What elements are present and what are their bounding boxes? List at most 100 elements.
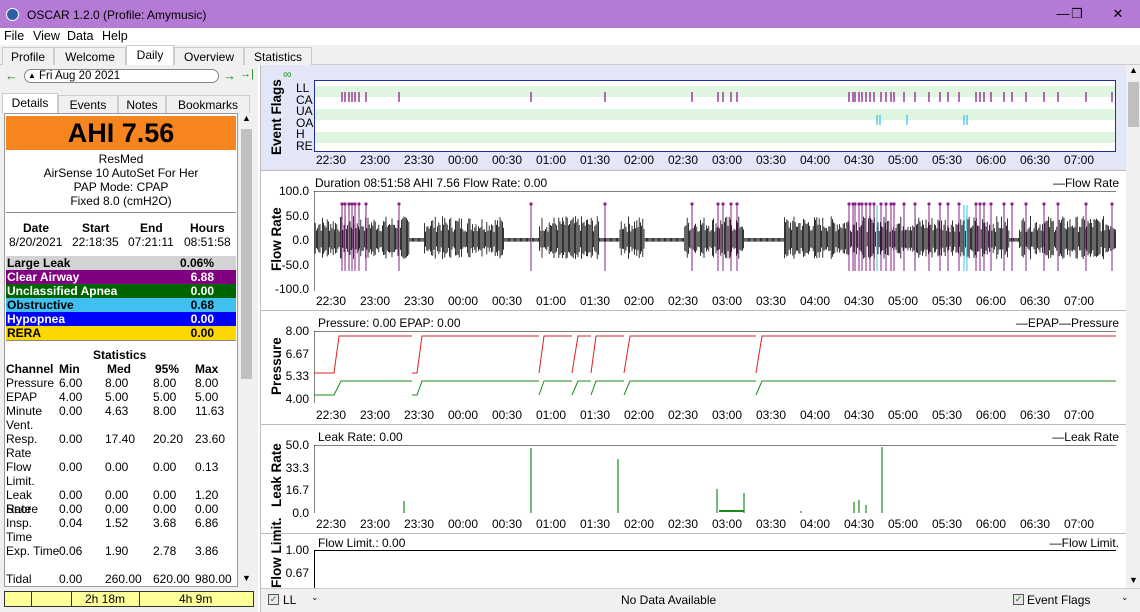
- tab-events[interactable]: Events: [58, 95, 118, 113]
- tab-statistics[interactable]: Statistics: [244, 47, 312, 65]
- close-button[interactable]: ✕: [1103, 4, 1133, 24]
- x-tick-label: 00:30: [492, 408, 523, 422]
- restore-button[interactable]: ❐: [1062, 4, 1092, 24]
- details-tabs: Details Events Notes Bookmarks: [0, 93, 258, 113]
- leak-rate-chart[interactable]: [314, 445, 1116, 513]
- event-flags-dropdown[interactable]: Event Flags: [1027, 593, 1090, 607]
- x-tick-label: 23:00: [360, 408, 391, 422]
- flow-limit-chart[interactable]: [314, 550, 1116, 590]
- y-tick-label: 50.0: [285, 438, 309, 452]
- graph-scrollbar[interactable]: ▲ ▼: [1126, 65, 1140, 588]
- menu-bar: File View Data Help: [0, 28, 1140, 45]
- marker-dot: [729, 202, 733, 206]
- x-tick-label: 05:30: [932, 153, 963, 167]
- stats-value: 0.00: [105, 502, 129, 516]
- stats-value: 11.63: [195, 404, 225, 418]
- scroll-down-icon[interactable]: ▼: [1129, 575, 1138, 585]
- x-tick-label: 02:00: [624, 294, 655, 308]
- pressure-chart[interactable]: [314, 331, 1116, 403]
- marker-dot: [892, 202, 896, 206]
- link-icon[interactable]: ∞: [283, 67, 292, 81]
- event-flags-checkbox[interactable]: ✓: [1013, 594, 1024, 605]
- ll-checkbox[interactable]: ✓: [268, 594, 279, 605]
- divider: [71, 592, 72, 606]
- chevron-down-icon[interactable]: ⌄: [1121, 592, 1129, 603]
- stats-value: 0.00: [59, 572, 83, 586]
- marker-dot: [1084, 202, 1088, 206]
- prev-day-button[interactable]: ←: [5, 68, 18, 83]
- tab-notes[interactable]: Notes: [118, 95, 166, 113]
- chevron-down-icon[interactable]: ⌄: [311, 592, 319, 603]
- menu-view[interactable]: View: [33, 29, 60, 43]
- flag-band: [315, 109, 1115, 120]
- scroll-thumb[interactable]: [1128, 82, 1139, 127]
- x-tick-label: 00:30: [492, 517, 523, 531]
- x-tick-label: 05:00: [888, 294, 919, 308]
- x-tick-label: 05:00: [888, 408, 919, 422]
- stats-value: 3.86: [195, 544, 219, 558]
- stats-value: 2.78: [153, 544, 177, 558]
- stats-header-min: Min: [59, 362, 80, 376]
- scroll-down-icon[interactable]: ▼: [242, 573, 251, 583]
- tab-overview[interactable]: Overview: [174, 47, 244, 65]
- x-tick-label: 02:30: [668, 517, 699, 531]
- marker-dot: [397, 202, 401, 206]
- menu-file[interactable]: File: [4, 29, 24, 43]
- stats-value: 1.20: [195, 488, 219, 502]
- event-row: Unclassified Apnea 0.00: [6, 284, 236, 298]
- x-tick-label: 23:00: [360, 294, 391, 308]
- event-value: 0.00: [190, 326, 214, 340]
- marker-dot: [353, 202, 357, 206]
- menu-help[interactable]: Help: [102, 29, 128, 43]
- stats-value: 17.40: [105, 432, 136, 446]
- session-hours-header: Hours: [190, 221, 225, 235]
- stats-value: 0.00: [59, 404, 83, 418]
- scroll-thumb[interactable]: [241, 129, 252, 379]
- marker-dot: [946, 202, 950, 206]
- marker-dot: [1010, 202, 1014, 206]
- stats-value: 0.00: [153, 460, 177, 474]
- x-tick-label: 22:30: [316, 408, 347, 422]
- ahi-badge: AHI 7.56: [6, 116, 236, 150]
- tab-bookmarks[interactable]: Bookmarks: [166, 95, 250, 113]
- stats-header-max: Max: [195, 362, 219, 376]
- event-flags-chart[interactable]: [314, 80, 1116, 152]
- flow-rate-chart[interactable]: [314, 191, 1116, 291]
- marker-dot: [884, 202, 888, 206]
- tab-profile[interactable]: Profile: [2, 47, 54, 65]
- x-tick-label: 03:00: [712, 408, 743, 422]
- stats-value: 0.00: [59, 488, 83, 502]
- next-day-button[interactable]: →: [223, 68, 236, 83]
- stats-value: 5.00: [153, 390, 177, 404]
- y-tick-label: 50.0: [285, 208, 309, 223]
- scroll-up-icon[interactable]: ▲: [1129, 65, 1138, 75]
- event-row: Hypopnea 0.00: [6, 312, 236, 326]
- tab-details[interactable]: Details: [2, 93, 58, 113]
- x-tick-label: 01:00: [536, 153, 567, 167]
- marker-dot: [1110, 202, 1114, 206]
- marker-dot: [872, 202, 876, 206]
- menu-data[interactable]: Data: [67, 29, 93, 43]
- x-tick-label: 04:00: [800, 153, 831, 167]
- scroll-up-icon[interactable]: ▲: [242, 113, 251, 123]
- x-tick-label: 06:00: [976, 153, 1007, 167]
- calendar-icon[interactable]: ▲: [28, 70, 36, 82]
- title-bar: OSCAR 1.2.0 (Profile: Amymusic) — ❐ ✕: [0, 0, 1140, 28]
- tab-welcome[interactable]: Welcome: [54, 47, 126, 65]
- x-tick-label: 03:30: [756, 408, 787, 422]
- stats-value: 0.00: [59, 460, 83, 474]
- stats-value: 5.00: [105, 390, 129, 404]
- stats-value: 0.00: [153, 488, 177, 502]
- marker-dot: [857, 202, 861, 206]
- x-tick-label: 03:00: [712, 294, 743, 308]
- date-picker[interactable]: ▲ Fri Aug 20 2021: [24, 69, 219, 83]
- stats-value: 8.00: [153, 376, 177, 390]
- last-day-button[interactable]: →|: [240, 68, 254, 80]
- x-tick-label: 03:30: [756, 517, 787, 531]
- event-label: Unclassified Apnea: [7, 284, 118, 298]
- marker-dot: [1002, 202, 1006, 206]
- stats-channel: Minute Vent.: [6, 404, 43, 432]
- summary-scrollbar[interactable]: ▲ ▼: [239, 113, 254, 587]
- tab-daily[interactable]: Daily: [126, 45, 174, 65]
- event-value: 6.88: [190, 270, 214, 284]
